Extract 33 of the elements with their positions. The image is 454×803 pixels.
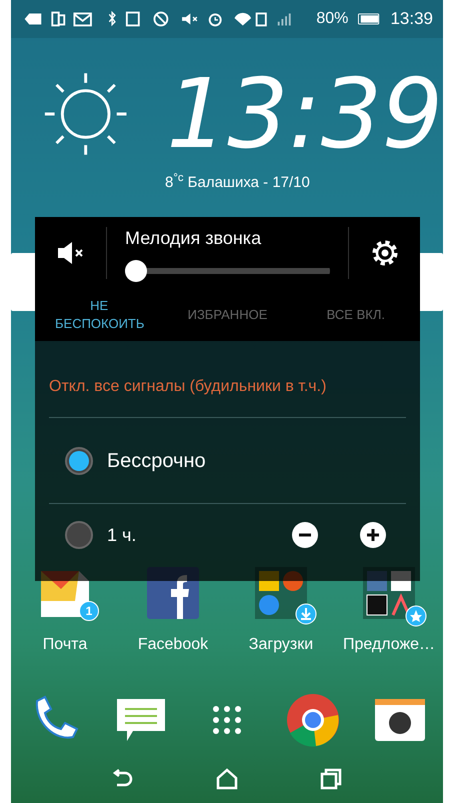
notification-badge: 1	[79, 600, 99, 620]
messages-icon[interactable]	[114, 696, 167, 742]
clock-time: 13:39	[166, 66, 443, 162]
mode-tab[interactable]: НЕ БЕСПОКОИТЬ	[35, 297, 164, 333]
download-badge-icon	[295, 602, 317, 624]
app-label[interactable]: Загрузки	[248, 632, 314, 656]
settings-icon[interactable]	[370, 238, 400, 268]
battery-icon	[358, 13, 380, 25]
warning-text: Откл. все сигналы (будильники в т.ч.)	[49, 377, 328, 397]
ringtone-label: Мелодия звонка	[125, 226, 262, 250]
battery-percentage: 80%	[316, 9, 348, 29]
mute-icon[interactable]	[56, 241, 86, 265]
recent-apps-icon[interactable]	[320, 768, 342, 790]
duration-option-label: Бессрочно	[107, 448, 206, 474]
radio-button[interactable]	[65, 521, 93, 549]
app-drawer-icon[interactable]	[210, 704, 243, 736]
minus-icon[interactable]	[292, 522, 318, 548]
volume-slider-thumb[interactable]	[125, 260, 147, 282]
weather-location-date: 8$^{°c}$ Балашиха - 17/10	[165, 172, 310, 193]
duration-option-label: 1 ч.	[107, 524, 136, 546]
app-label[interactable]: Предложе…	[342, 632, 436, 656]
camera-icon[interactable]	[374, 698, 425, 740]
star-badge-icon	[405, 604, 427, 626]
app-label[interactable]: Почта	[42, 632, 88, 656]
status-time: 13:39	[390, 8, 433, 30]
app-label[interactable]: Facebook	[138, 632, 208, 656]
browser-icon[interactable]	[286, 692, 340, 746]
radio-button[interactable]	[65, 446, 93, 474]
back-icon[interactable]	[111, 769, 135, 789]
mode-tab[interactable]: ВСЕ ВКЛ.	[292, 306, 420, 324]
home-icon[interactable]	[215, 768, 239, 790]
mode-tab[interactable]: ИЗБРАННОЕ	[163, 306, 292, 324]
plus-icon[interactable]	[360, 522, 386, 548]
